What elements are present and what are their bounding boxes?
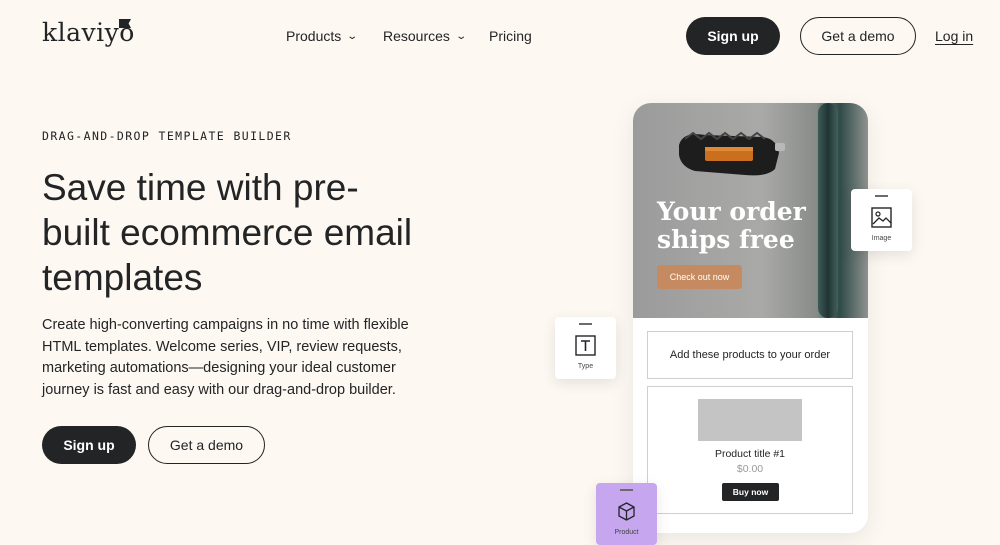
text-type-icon [575, 335, 596, 356]
email-hero-title-line2: ships free [657, 225, 795, 254]
bike-pedal-illustration [679, 131, 785, 176]
type-block-card[interactable]: Type [555, 317, 616, 379]
drag-handle-icon [620, 489, 633, 491]
product-box-icon [618, 502, 635, 521]
add-products-block: Add these products to your order [647, 331, 853, 379]
chevron-down-icon: ⌄ [346, 30, 359, 42]
hero-description: Create high-converting campaigns in no t… [42, 317, 409, 398]
login-link[interactable]: Log in [935, 28, 973, 44]
buy-now-button: Buy now [722, 483, 779, 501]
checkout-button: Check out now [657, 265, 742, 289]
email-hero-image: Your order ships free Check out now [633, 103, 868, 318]
nav-products-label: Products [286, 28, 342, 44]
nav-pricing[interactable]: Pricing [489, 28, 532, 44]
email-hero-title: Your order ships free [657, 198, 806, 254]
product-card-label: Product [614, 529, 639, 536]
hero-eyebrow: DRAG-AND-DROP TEMPLATE BUILDER [42, 129, 292, 143]
image-icon [871, 207, 892, 228]
hero-signup-button[interactable]: Sign up [42, 426, 136, 464]
email-hero-title-line1: Your order [657, 197, 806, 226]
nav-resources[interactable]: Resources ⌄ [383, 28, 467, 44]
product-block: Product title #1 $0.00 Buy now [647, 386, 853, 514]
nav-resources-label: Resources [383, 28, 450, 44]
type-card-label: Type [577, 363, 594, 370]
header-demo-button[interactable]: Get a demo [800, 17, 916, 55]
header-signup-button[interactable]: Sign up [686, 17, 780, 55]
product-image-placeholder [698, 399, 802, 441]
bike-frame-illustration [818, 103, 838, 318]
nav-products[interactable]: Products ⌄ [286, 28, 359, 44]
product-block-card[interactable]: Product [596, 483, 657, 545]
image-card-label: Image [871, 235, 892, 242]
product-title: Product title #1 [714, 448, 786, 460]
drag-handle-icon [579, 323, 592, 325]
hero-headline: Save time with pre-built ecommerce email… [42, 167, 413, 298]
drag-handle-icon [875, 195, 888, 197]
email-template-preview: Your order ships free Check out now Add … [633, 103, 868, 533]
nav-pricing-label: Pricing [489, 28, 532, 44]
product-price: $0.00 [736, 463, 764, 475]
chevron-down-icon: ⌄ [455, 30, 467, 42]
hero-demo-button[interactable]: Get a demo [148, 426, 265, 464]
image-block-card[interactable]: Image [851, 189, 912, 251]
